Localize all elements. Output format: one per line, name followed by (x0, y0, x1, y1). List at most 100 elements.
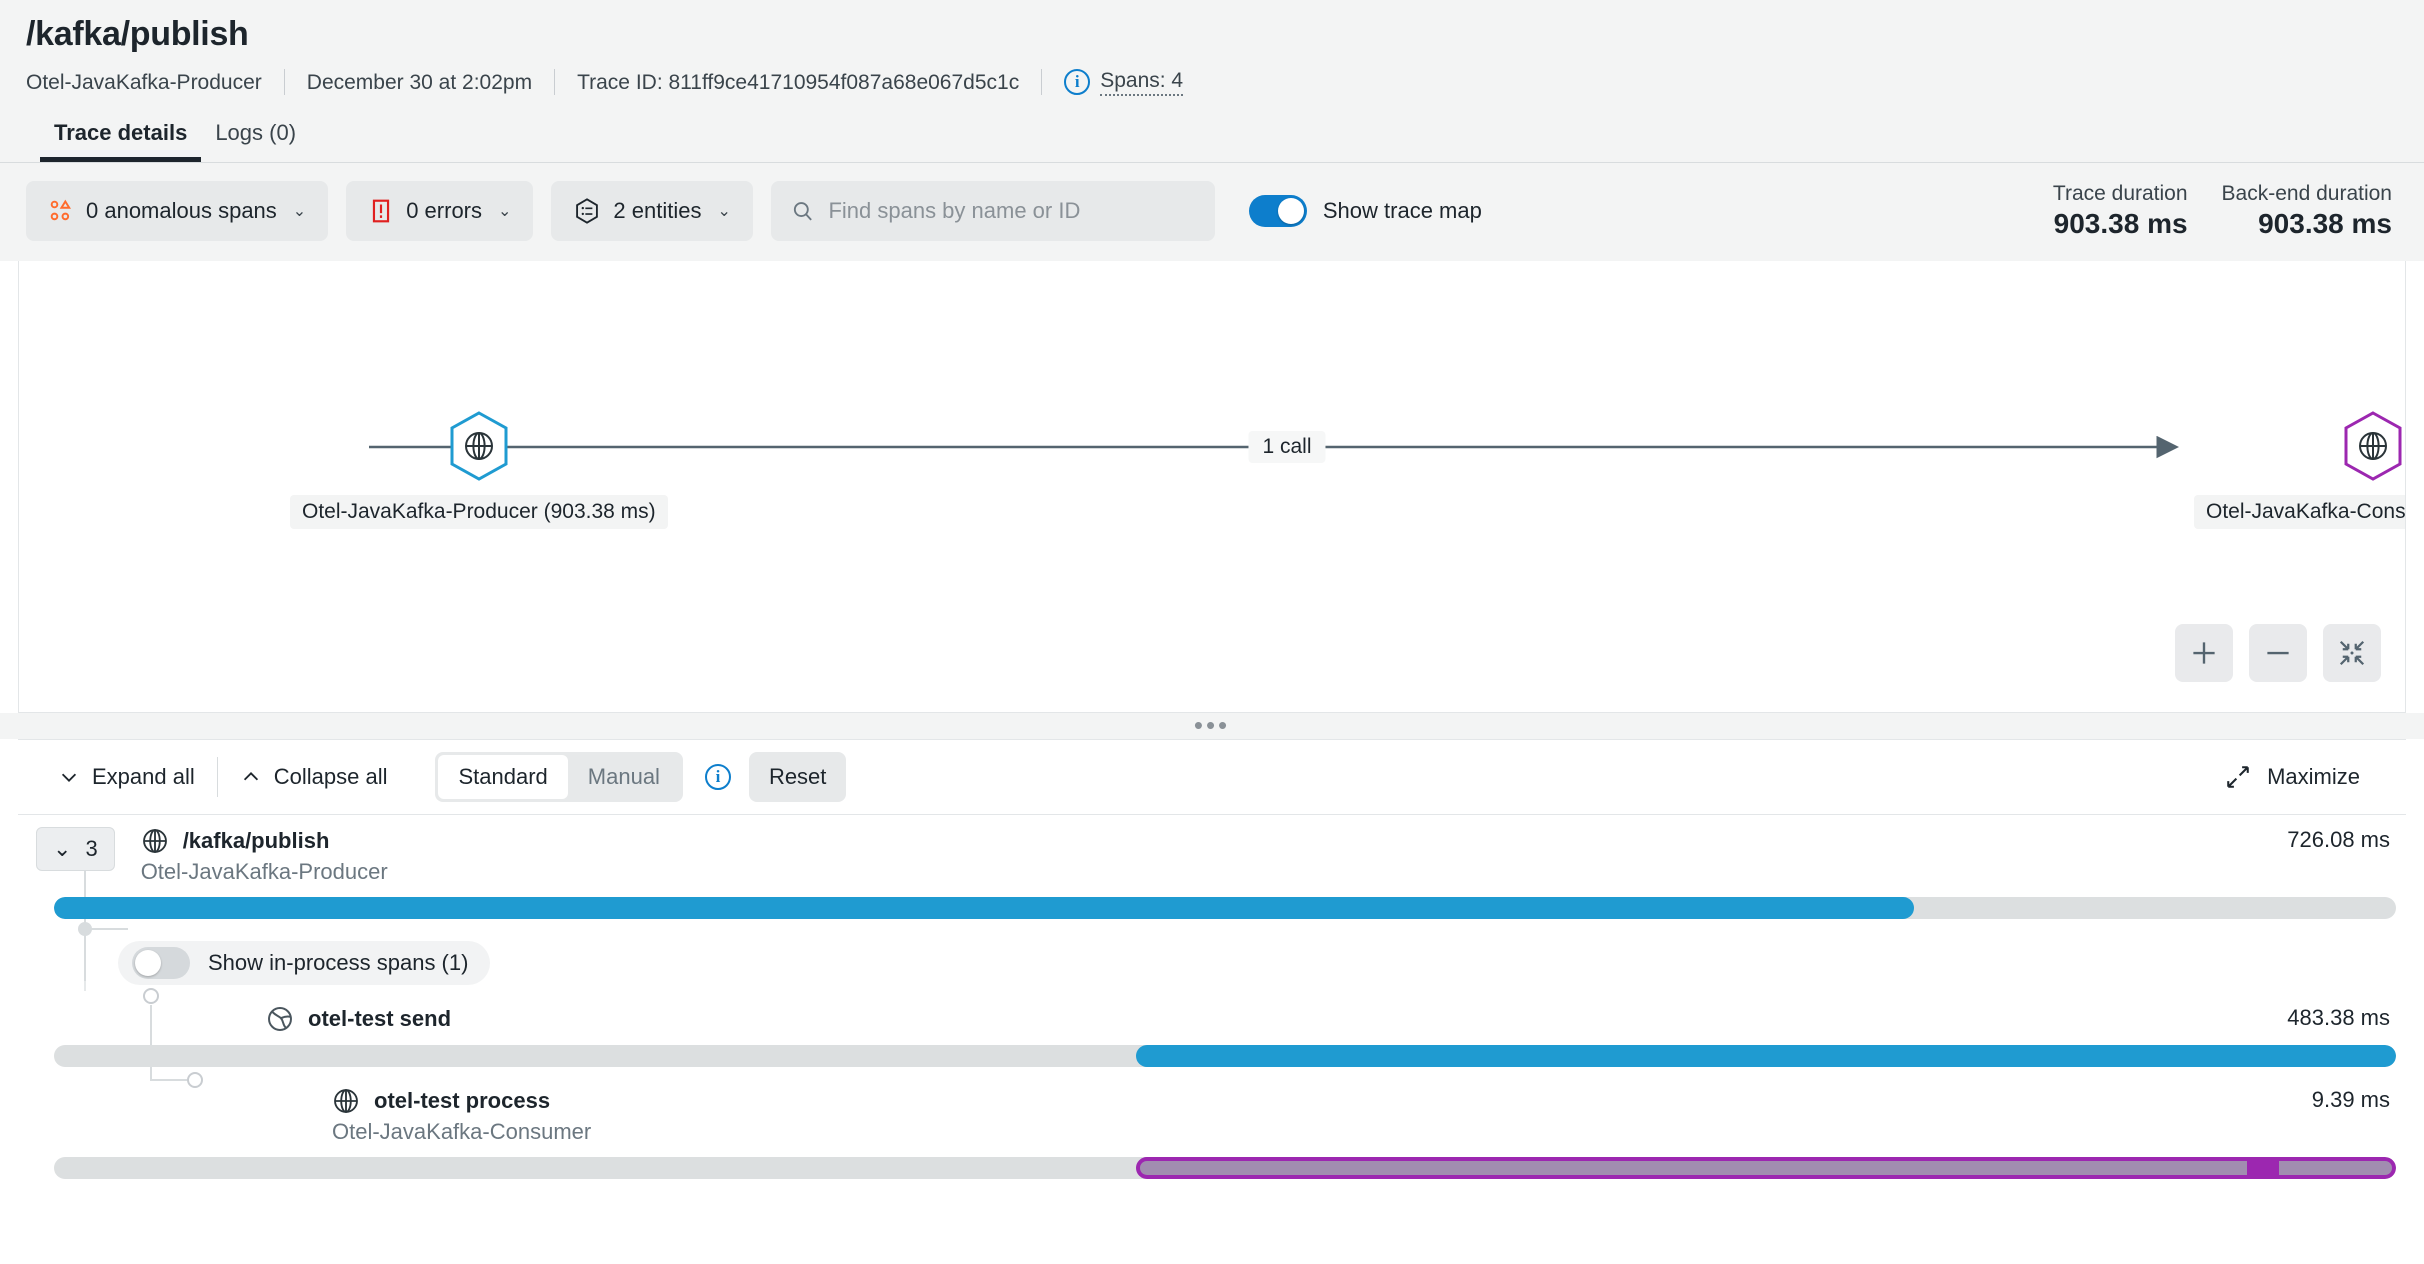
view-mode-standard[interactable]: Standard (438, 754, 568, 799)
backend-duration-block: Back-end duration 903.38 ms (2222, 181, 2392, 241)
trace-map-node-consumer-label: Otel-JavaKafka-Consumer (9.39 ms (2194, 494, 2405, 529)
duration-summary: Trace duration 903.38 ms Back-end durati… (2053, 181, 2398, 241)
backend-duration-value: 903.38 ms (2258, 208, 2392, 240)
chevron-up-icon (243, 771, 258, 781)
show-trace-map-toggle[interactable]: Show trace map (1248, 194, 1482, 227)
trace-map-canvas[interactable]: 1 call Otel-JavaKafka-Producer (903.38 m… (19, 261, 2405, 712)
in-process-switch[interactable] (132, 946, 190, 979)
anomaly-icon (50, 199, 71, 221)
collapse-all-label: Collapse all (273, 763, 388, 789)
filter-toolbar: 0 anomalous spans ⌄ 0 errors ⌄ 2 entitie… (0, 162, 2424, 261)
span-bar-outline (1136, 1156, 2396, 1179)
maximize-label: Maximize (2267, 763, 2360, 789)
in-process-spans-label: Show in-process spans (1) (208, 949, 469, 975)
view-mode-switcher: Standard Manual (435, 751, 683, 802)
span-bar-track[interactable] (54, 1156, 2396, 1179)
span-row-otel-test-send[interactable]: otel-test send 483.38 ms (18, 985, 2406, 1067)
tab-bar: Trace details Logs (0) (26, 120, 2398, 162)
trace-map-node-consumer[interactable]: Otel-JavaKafka-Consumer (9.39 ms (2194, 411, 2405, 529)
in-process-spans-row[interactable]: Show in-process spans (1) (18, 919, 2406, 985)
search-icon (793, 201, 812, 221)
span-name: otel-test process (374, 1087, 551, 1113)
chevron-down-icon: ⌄ (498, 202, 512, 220)
trace-map-switch[interactable] (1248, 194, 1307, 227)
span-service-name: Otel-JavaKafka-Consumer (332, 1118, 592, 1144)
errors-filter[interactable]: 0 errors ⌄ (346, 180, 534, 241)
globe-icon (142, 828, 167, 853)
info-icon: i (1064, 69, 1091, 96)
globe-icon (334, 1088, 358, 1113)
entities-filter[interactable]: 2 entities ⌄ (551, 180, 753, 241)
trace-map-node-producer[interactable]: Otel-JavaKafka-Producer (903.38 ms) (290, 411, 668, 529)
minus-icon (2267, 651, 2289, 654)
meta-entity-name: Otel-JavaKafka-Producer (26, 70, 262, 94)
span-duration: 483.38 ms (2287, 1004, 2390, 1030)
meta-trace-id: Trace ID: 811ff9ce41710954f087a68e067d5c… (577, 70, 1020, 94)
errors-label: 0 errors (406, 197, 482, 223)
backend-duration-label: Back-end duration (2221, 181, 2392, 205)
trace-duration-block: Trace duration 903.38 ms (2053, 181, 2188, 241)
maximize-button[interactable]: Maximize (2225, 764, 2388, 790)
zoom-in-button[interactable] (2175, 623, 2233, 682)
child-span-count: 3 (85, 835, 98, 861)
error-icon (373, 199, 390, 223)
chevron-down-icon: ⌄ (717, 202, 731, 220)
globe-icon (2344, 411, 2402, 481)
expand-arrows-icon (2227, 766, 2249, 788)
trace-map-controls (2175, 623, 2381, 682)
span-bar-segment (2246, 1160, 2280, 1175)
expand-span-button[interactable]: ⌄ 3 (36, 826, 115, 871)
span-duration: 9.39 ms (2311, 1086, 2390, 1112)
panel-resize-handle[interactable]: ••• (0, 712, 2424, 739)
tab-trace-details[interactable]: Trace details (40, 120, 202, 162)
chevron-down-icon: ⌄ (292, 202, 307, 220)
switch-knob (1277, 197, 1304, 224)
span-bar-track[interactable] (54, 1044, 2396, 1067)
span-name: otel-test send (308, 1005, 452, 1031)
switch-knob (135, 949, 161, 976)
trace-duration-value: 903.38 ms (2053, 208, 2188, 240)
globe-icon (450, 411, 508, 481)
waterfall-toolbar: Expand all Collapse all Standard Manual … (18, 738, 2406, 815)
span-bar-fill (1136, 1044, 2396, 1067)
page-header: /kafka/publish Otel-JavaKafka-Producer D… (0, 0, 2424, 162)
span-name: /kafka/publish (182, 827, 330, 853)
span-duration: 726.08 ms (2287, 826, 2390, 852)
view-mode-manual[interactable]: Manual (568, 755, 680, 799)
span-bar-track[interactable] (54, 896, 2396, 919)
expand-all-button[interactable]: Expand all (36, 764, 217, 790)
span-row-kafka-publish[interactable]: ⌄ 3 /kafka/publish Otel-JavaKafka-Produc… (18, 815, 2406, 919)
anomalous-spans-filter[interactable]: 0 anomalous spans ⌄ (26, 180, 329, 241)
globe-dashed-icon (268, 1006, 292, 1031)
show-in-process-spans-toggle[interactable]: Show in-process spans (1) (118, 940, 491, 985)
search-input[interactable] (828, 197, 1195, 224)
reset-button[interactable]: Reset (748, 751, 847, 802)
span-waterfall: ⌄ 3 /kafka/publish Otel-JavaKafka-Produc… (18, 814, 2406, 1179)
span-bar-fill (54, 896, 1914, 919)
chevron-down-icon: ⌄ (53, 835, 72, 861)
show-trace-map-label: Show trace map (1322, 197, 1482, 223)
page-title: /kafka/publish (26, 15, 249, 53)
meta-timestamp: December 30 at 2:02pm (306, 70, 533, 94)
span-service-name: Otel-JavaKafka-Producer (140, 858, 388, 884)
trace-map-panel[interactable]: 1 call Otel-JavaKafka-Producer (903.38 m… (18, 260, 2406, 713)
entities-label: 2 entities (613, 197, 702, 223)
span-row-otel-test-process[interactable]: otel-test process Otel-JavaKafka-Consume… (18, 1067, 2406, 1179)
span-search-box[interactable] (770, 180, 1215, 241)
waterfall-info-button[interactable]: i (704, 763, 731, 790)
fit-icon (2339, 640, 2365, 665)
expand-all-label: Expand all (92, 763, 195, 789)
zoom-out-button[interactable] (2249, 623, 2307, 682)
trace-duration-label: Trace duration (2052, 181, 2188, 205)
plus-icon (2193, 642, 2215, 664)
chevron-down-icon (61, 773, 77, 782)
anomalous-spans-label: 0 anomalous spans (86, 197, 277, 223)
trace-meta-row: Otel-JavaKafka-Producer December 30 at 2… (26, 69, 2398, 96)
trace-map-edge-label: 1 call (1248, 430, 1326, 463)
fit-to-screen-button[interactable] (2323, 623, 2381, 682)
entity-hexagon-icon (576, 198, 599, 224)
tab-logs[interactable]: Logs (0) (201, 120, 310, 162)
collapse-all-button[interactable]: Collapse all (218, 764, 410, 790)
meta-spans-group[interactable]: i Spans: 4 (1042, 69, 1184, 96)
trace-map-node-producer-label: Otel-JavaKafka-Producer (903.38 ms) (290, 494, 668, 529)
